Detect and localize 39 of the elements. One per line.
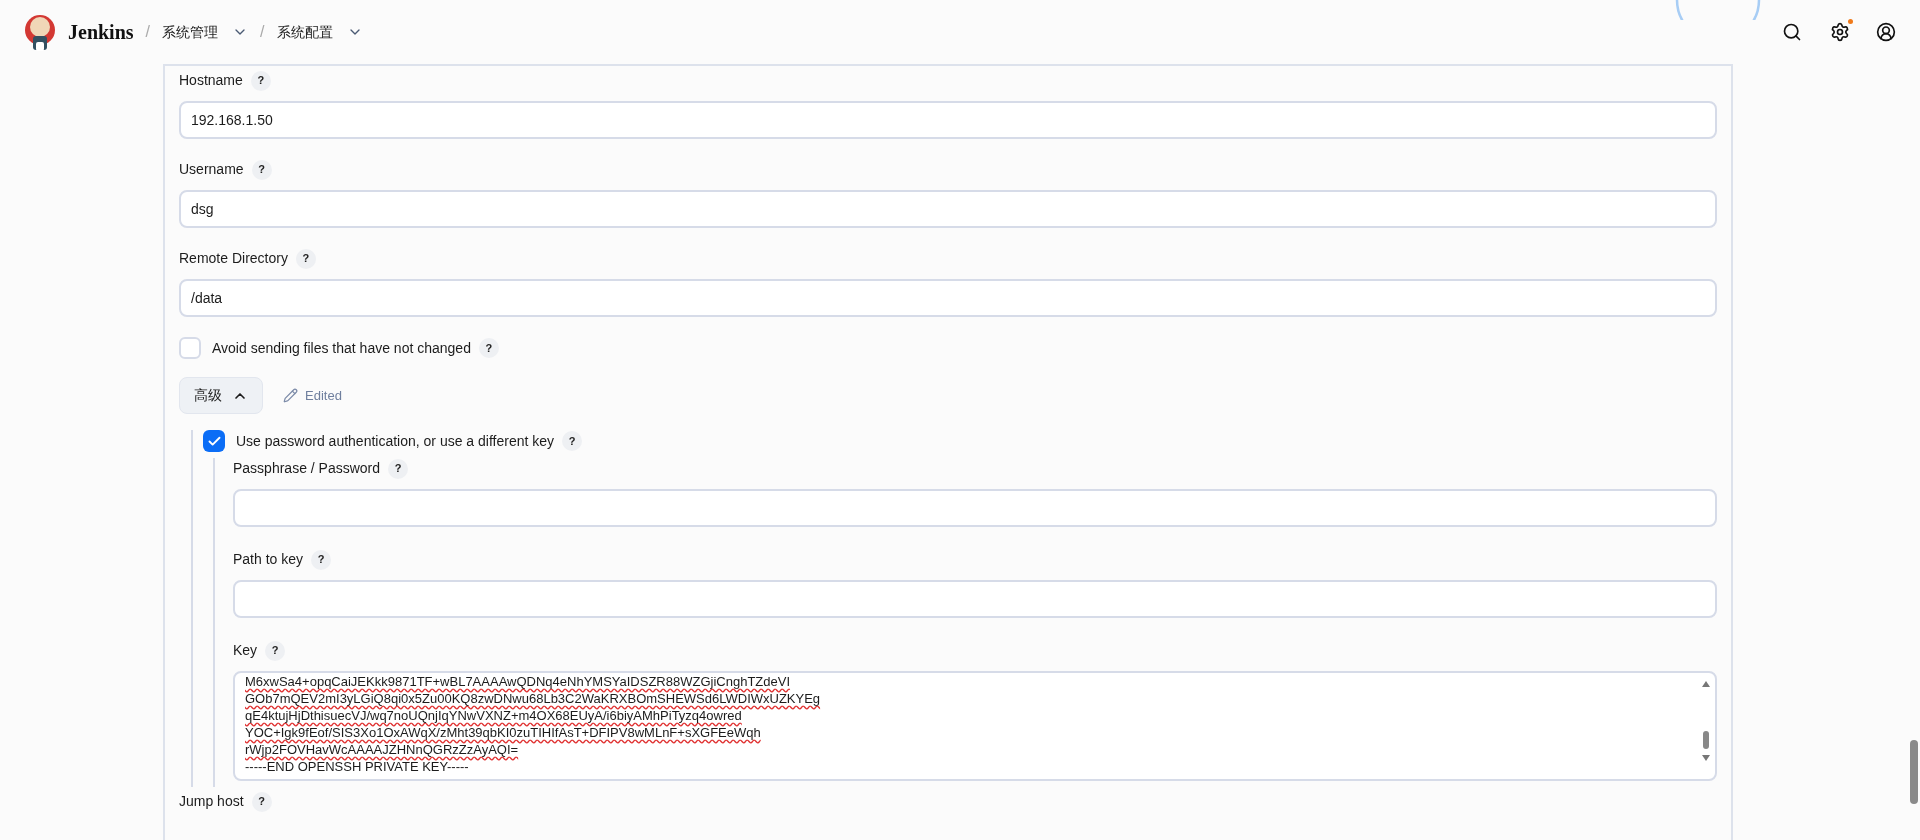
checkbox[interactable] [179,337,201,359]
field-label: Username [179,160,244,179]
breadcrumb-separator: / [145,22,151,42]
field-label: Remote Directory [179,249,288,268]
advanced-button[interactable]: 高级 [179,377,263,414]
help-button[interactable]: ? [295,248,316,269]
search-icon[interactable] [1782,22,1802,42]
pencil-icon [283,388,298,403]
settings-icon[interactable] [1830,22,1850,42]
checkbox-label: Avoid sending files that have not changed [212,338,471,358]
butler-logo-icon [24,12,56,52]
help-button[interactable]: ? [478,338,499,358]
help-button[interactable]: ? [251,159,272,180]
field-label: Jump host [179,792,244,811]
text-field[interactable] [233,580,1717,618]
breadcrumb-separator: / [260,22,265,42]
account-icon[interactable] [1876,22,1896,42]
text-field[interactable]: dsg [179,190,1717,228]
key-field[interactable]: M6xwSa4+opqCaiJEKkk9871TF+wBL7AAAAwQDNq4eNhYMSYaIDSZR88WZGjiCnghTZdeVI GOb7mQEV2mI3yLGiQ8qi0x5Zu00KQ8zwDNwu68Lb3C2WaKRXBOmSHEWSd6LWDIWxUZKYEg qE4ktujHjDthisuecVJ/wq7noUQnjIqYNwVXNZ+m4OX68EUyA/i6biyAMhPiTyzq4owred YOC+Igk9fEof/SIS3Xo1OxAWqX/zMht39qbKI0zuTIHIfAsT+DFIPV8wMLnF+sXGFEeWqh rWjp2FOVHavWcAAAAJZHNnQGRzZzAyAQI= -----END OPENSSH PRIVATE KEY----- [233,671,1717,781]
text-field[interactable]: 192.168.1.50 [179,101,1717,139]
help-button[interactable]: ? [388,458,409,479]
help-button[interactable]: ? [311,549,332,570]
breadcrumb-link[interactable]: 系统管理 [162,21,219,43]
text-field[interactable]: /data [179,279,1717,317]
page-scrollbar[interactable] [1910,740,1918,804]
field-label: Passphrase / Password [233,459,381,478]
field-label: Path to key [233,550,304,569]
help-button[interactable]: ? [251,791,272,812]
edited-label: Edited [305,386,342,405]
field-label: Hostname [179,71,243,90]
checkbox-label: Use password authentication, or use a different key [236,431,555,451]
breadcrumb-link[interactable]: 系统配置 [276,21,333,43]
text-field[interactable] [233,489,1717,527]
help-button[interactable]: ? [562,431,583,451]
field-label: Key [233,641,258,660]
help-button[interactable]: ? [265,640,286,661]
help-button[interactable]: ? [250,70,271,91]
logo-text[interactable]: Jenkins [68,17,134,47]
checkbox[interactable] [203,430,225,452]
